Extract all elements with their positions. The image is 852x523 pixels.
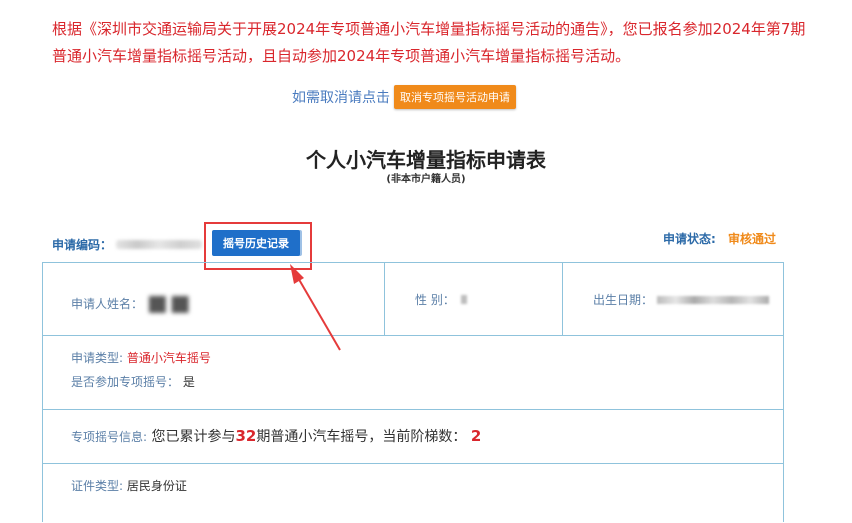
notice-text: 根据《深圳市交通运输局关于开展2024年专项普通小汽车增量指标摇号活动的通告》，… bbox=[52, 20, 806, 65]
application-code-value-redacted bbox=[116, 239, 203, 249]
gender-label: 性 别： bbox=[415, 293, 455, 307]
special-info-line: 专项摇号信息: 您已累计参与32期普通小汽车摇号，当前阶梯数： 2 bbox=[71, 426, 481, 446]
special-info-label: 专项摇号信息: bbox=[71, 430, 148, 444]
dob-label: 出生日期： bbox=[593, 293, 654, 307]
dob-value-redacted bbox=[657, 295, 770, 304]
application-code-label: 申请编码： bbox=[52, 237, 113, 252]
special-participation-label: 是否参加专项摇号： bbox=[71, 375, 180, 389]
special-participation-line: 是否参加专项摇号： 是 bbox=[71, 373, 195, 390]
lottery-type-value: 普通小汽车摇号 bbox=[126, 351, 211, 365]
dob-cell: 出生日期： bbox=[563, 263, 783, 335]
lottery-type-row: 申请类型: 普通小汽车摇号 是否参加专项摇号： 是 bbox=[43, 335, 783, 410]
applicant-name-cell: 申请人姓名： ■■ bbox=[43, 263, 385, 335]
applicant-name-redacted: ■■ bbox=[147, 291, 193, 316]
applicant-info-row: 申请人姓名： ■■ 性 别： 出生日期： bbox=[43, 263, 783, 336]
status-value: 审核通过 bbox=[727, 232, 776, 246]
certificate-type-value: 居民身份证 bbox=[126, 479, 187, 493]
special-info-count: 32 bbox=[235, 427, 257, 445]
certificate-row: 证件类型: 居民身份证 bbox=[43, 463, 783, 523]
certificate-line: 证件类型: 居民身份证 bbox=[71, 477, 187, 494]
certificate-type-label: 证件类型: bbox=[71, 479, 124, 493]
gender-value-redacted bbox=[460, 295, 467, 304]
cancel-special-lottery-button[interactable]: 取消专项摇号活动申请 bbox=[394, 85, 516, 109]
status-label: 申请状态: bbox=[662, 232, 716, 246]
cancel-row: 如需取消请点击 取消专项摇号活动申请 bbox=[292, 84, 516, 110]
special-participation-value: 是 bbox=[182, 375, 195, 389]
special-info-text-before: 您已累计参与 bbox=[151, 429, 236, 445]
gender-cell: 性 别： bbox=[385, 263, 563, 335]
special-info-text-middle: 期普通小汽车摇号，当前阶梯数： bbox=[256, 429, 467, 445]
lottery-type-label: 申请类型: bbox=[71, 351, 124, 365]
form-subtitle: (非本市户籍人员) bbox=[386, 174, 466, 185]
applicant-name-label: 申请人姓名： bbox=[71, 297, 144, 311]
application-code: 申请编码： bbox=[52, 234, 203, 254]
cancel-prompt: 如需取消请点击 bbox=[292, 90, 390, 106]
form-title: 个人小汽车增量指标申请表 bbox=[306, 148, 546, 172]
special-info-row: 专项摇号信息: 您已累计参与32期普通小汽车摇号，当前阶梯数： 2 bbox=[43, 409, 783, 464]
application-status: 申请状态: 审核通过 bbox=[663, 230, 776, 247]
special-info-tier: 2 bbox=[470, 427, 482, 445]
application-form-table: 申请人姓名： ■■ 性 别： 出生日期： 申请类型: 普通小汽车摇号 是否参加专… bbox=[42, 262, 784, 522]
lottery-type-line: 申请类型: 普通小汽车摇号 bbox=[71, 349, 211, 366]
